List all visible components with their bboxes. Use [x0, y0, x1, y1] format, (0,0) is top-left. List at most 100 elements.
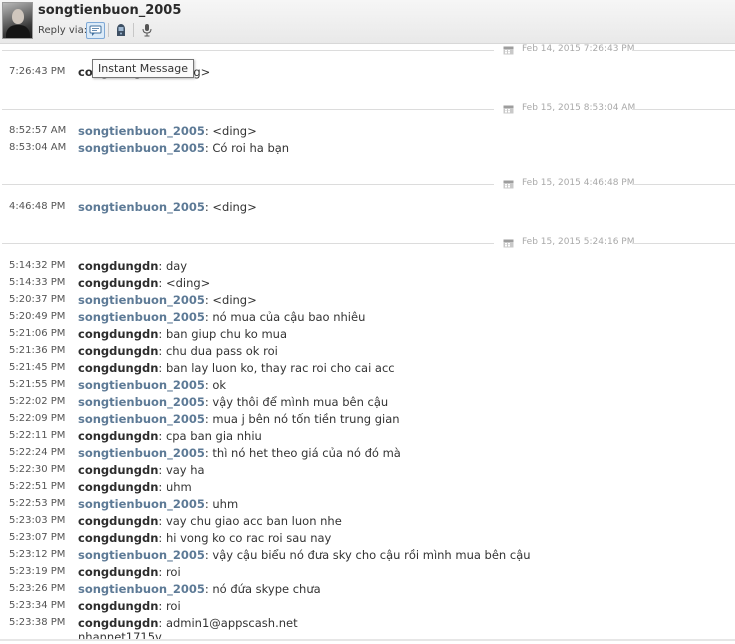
contact-avatar[interactable]: [2, 2, 33, 39]
message-sender[interactable]: congdungdn: [78, 480, 158, 494]
sender-separator: :: [158, 616, 166, 630]
date-separator-text: Feb 15, 2015 8:53:04 AM: [522, 103, 636, 113]
message-content: congdungdn: admin1@appscash.net: [78, 616, 298, 630]
sender-separator: :: [158, 327, 166, 341]
message-sender[interactable]: congdungdn: [78, 361, 158, 375]
message-text: nó đứa skype chưa: [212, 582, 321, 596]
message-sender[interactable]: songtienbuon_2005: [78, 378, 205, 392]
message-sender[interactable]: songtienbuon_2005: [78, 412, 205, 426]
message-text: vậy thôi để mình mua bên cậu: [212, 395, 389, 409]
message-sender[interactable]: songtienbuon_2005: [78, 310, 205, 324]
voice-call-button[interactable]: [139, 22, 155, 38]
message-timestamp: 5:20:37 PM: [9, 294, 66, 305]
date-separator: Feb 14, 2015 7:26:43 PM: [0, 44, 735, 56]
message-text: day: [165, 259, 188, 273]
message-sender[interactable]: songtienbuon_2005: [78, 497, 205, 511]
message-text: mua j bên nó tốn tiền trung gian: [212, 412, 400, 426]
message-timestamp: 5:23:34 PM: [9, 600, 66, 611]
message-timestamp: 5:23:07 PM: [9, 532, 66, 543]
message-content: congdungdn: <ding>: [78, 276, 210, 290]
message-text: uhm: [165, 480, 192, 494]
message-timestamp: 5:14:32 PM: [9, 260, 66, 271]
message-sender[interactable]: congdungdn: [78, 565, 158, 579]
mobile-message-button[interactable]: [113, 22, 129, 38]
instant-message-button[interactable]: [86, 22, 105, 39]
message-row: 5:22:24 PM songtienbuon_2005: thì nó het …: [0, 445, 735, 462]
message-sender[interactable]: congdungdn: [78, 327, 158, 341]
message-sender[interactable]: songtienbuon_2005: [78, 141, 205, 155]
message-text: ban lay luon ko, thay rac roi cho cai ac…: [165, 361, 395, 375]
message-content: songtienbuon_2005: thì nó het theo giá c…: [78, 446, 401, 460]
message-row: 5:20:37 PM songtienbuon_2005: <ding>: [0, 292, 735, 309]
message-sender[interactable]: congdungdn: [78, 429, 158, 443]
message-row: 5:23:19 PM congdungdn: roi: [0, 564, 735, 581]
message-row: 5:21:55 PM songtienbuon_2005: ok: [0, 377, 735, 394]
message-sender[interactable]: songtienbuon_2005: [78, 582, 205, 596]
message-text: admin1@appscash.net: [165, 616, 298, 630]
message-sender[interactable]: songtienbuon_2005: [78, 293, 205, 307]
message-timestamp: 5:22:30 PM: [9, 464, 66, 475]
message-timestamp: 5:22:51 PM: [9, 481, 66, 492]
message-sender[interactable]: congdungdn: [78, 276, 158, 290]
message-text: ban giup chu ko mua: [165, 327, 288, 341]
message-text: cpa ban gia nhiu: [165, 429, 262, 443]
date-separator: Feb 15, 2015 5:24:16 PM: [0, 237, 735, 249]
message-timestamp: 4:46:48 PM: [9, 201, 66, 212]
calendar-icon: [503, 239, 514, 248]
message-row: 5:22:51 PM congdungdn: uhm: [0, 479, 735, 496]
message-content: congdungdn: hi vong ko co rac roi sau na…: [78, 531, 331, 545]
message-text: ok: [212, 378, 227, 392]
message-text: vay ha: [165, 463, 205, 477]
date-separator-text: Feb 15, 2015 5:24:16 PM: [522, 237, 635, 247]
message-timestamp: 5:22:02 PM: [9, 396, 66, 407]
calendar-icon: [503, 180, 514, 189]
divider-line: [632, 184, 735, 185]
message-sender[interactable]: songtienbuon_2005: [78, 395, 205, 409]
message-text: <ding>: [212, 124, 257, 138]
message-sender[interactable]: congdungdn: [78, 531, 158, 545]
sender-separator: :: [158, 429, 166, 443]
message-text: <ding>: [212, 200, 257, 214]
message-text: <ding>: [165, 276, 211, 290]
message-sender[interactable]: congdungdn: [78, 463, 158, 477]
message-text: uhm: [212, 497, 239, 511]
message-sender[interactable]: congdungdn: [78, 259, 158, 273]
message-row: 5:21:45 PM congdungdn: ban lay luon ko, t…: [0, 360, 735, 377]
message-row: 5:23:07 PM congdungdn: hi vong ko co rac …: [0, 530, 735, 547]
message-text: chu dua pass ok roi: [165, 344, 278, 358]
message-sender[interactable]: congdungdn: [78, 616, 158, 630]
divider-line: [2, 50, 494, 51]
message-content: songtienbuon_2005: ok: [78, 378, 226, 392]
date-separator: Feb 15, 2015 8:53:04 AM: [0, 103, 735, 115]
message-content: songtienbuon_2005: <ding>: [78, 124, 257, 138]
message-sender[interactable]: congdungdn: [78, 514, 158, 528]
message-sender[interactable]: songtienbuon_2005: [78, 124, 205, 138]
message-content: songtienbuon_2005: <ding>: [78, 293, 257, 307]
message-text: roi: [165, 599, 181, 613]
contact-name[interactable]: songtienbuon_2005: [38, 3, 181, 18]
instant-message-icon: [89, 25, 102, 36]
message-sender[interactable]: congdungdn: [78, 344, 158, 358]
message-row: 5:22:30 PM congdungdn: vay ha: [0, 462, 735, 479]
divider-line: [632, 50, 735, 51]
message-content: songtienbuon_2005: vậy thôi để mình mua …: [78, 395, 388, 409]
message-sender[interactable]: songtienbuon_2005: [78, 200, 205, 214]
message-sender[interactable]: songtienbuon_2005: [78, 446, 205, 460]
reply-via-label: Reply via:: [38, 25, 88, 36]
message-timestamp: 5:21:45 PM: [9, 362, 66, 373]
message-row: 5:22:11 PM congdungdn: cpa ban gia nhiu: [0, 428, 735, 445]
message-content: congdungdn: uhm: [78, 480, 192, 494]
message-timestamp: 5:23:19 PM: [9, 566, 66, 577]
message-content: songtienbuon_2005: nó đứa skype chưa: [78, 582, 321, 596]
message-content: congdungdn: roi: [78, 565, 181, 579]
message-content: congdungdn: cpa ban gia nhiu: [78, 429, 262, 443]
message-row: 5:21:36 PM congdungdn: chu dua pass ok ro…: [0, 343, 735, 360]
sender-separator: :: [158, 276, 166, 290]
message-sender[interactable]: songtienbuon_2005: [78, 548, 205, 562]
message-text: thì nó het theo giá của nó đó mà: [212, 446, 401, 460]
message-sender[interactable]: congdungdn: [78, 599, 158, 613]
sender-separator: :: [158, 361, 166, 375]
divider-line: [632, 243, 735, 244]
message-timestamp: 5:21:06 PM: [9, 328, 66, 339]
date-separator: Feb 15, 2015 4:46:48 PM: [0, 178, 735, 190]
